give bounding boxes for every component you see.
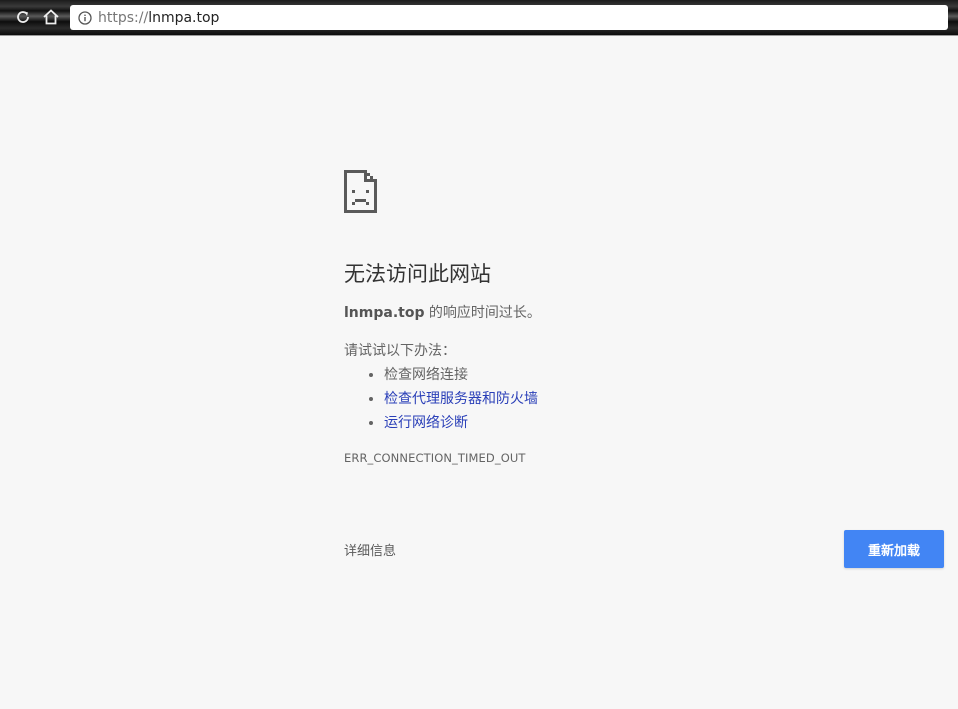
url-host: lnmpa.top: [148, 9, 220, 26]
run-diagnostics-link[interactable]: 运行网络诊断: [384, 415, 468, 431]
suggestion-check-network: 检查网络连接: [384, 363, 944, 387]
error-host: lnmpa.top: [344, 305, 425, 321]
page-title: 无法访问此网站: [344, 262, 491, 286]
reload-button[interactable]: 重新加载: [844, 530, 944, 568]
url-scheme: https://: [98, 9, 149, 26]
error-code: ERR_CONNECTION_TIMED_OUT: [344, 451, 526, 465]
home-icon[interactable]: [40, 6, 62, 28]
error-content: 无法访问此网站 lnmpa.top 的响应时间过长。 请试试以下办法： 检查网络…: [344, 170, 944, 465]
check-proxy-link[interactable]: 检查代理服务器和防火墙: [384, 391, 538, 407]
suggestions-list: 检查网络连接 检查代理服务器和防火墙 运行网络诊断: [344, 363, 944, 435]
error-summary: lnmpa.top 的响应时间过长。: [344, 303, 944, 323]
error-summary-text: 的响应时间过长。: [424, 305, 541, 321]
details-button[interactable]: 详细信息: [344, 540, 396, 559]
browser-toolbar: https://lnmpa.top: [0, 0, 958, 36]
suggestion-check-proxy: 检查代理服务器和防火墙: [384, 387, 944, 411]
suggestion-label: 检查网络连接: [384, 367, 468, 383]
address-bar[interactable]: https://lnmpa.top: [70, 5, 948, 30]
suggestion-run-diagnostics: 运行网络诊断: [384, 411, 944, 435]
reload-icon[interactable]: [12, 6, 34, 28]
info-icon[interactable]: [78, 10, 92, 25]
sad-document-icon: [344, 170, 944, 213]
suggestions-heading: 请试试以下办法：: [344, 343, 456, 359]
